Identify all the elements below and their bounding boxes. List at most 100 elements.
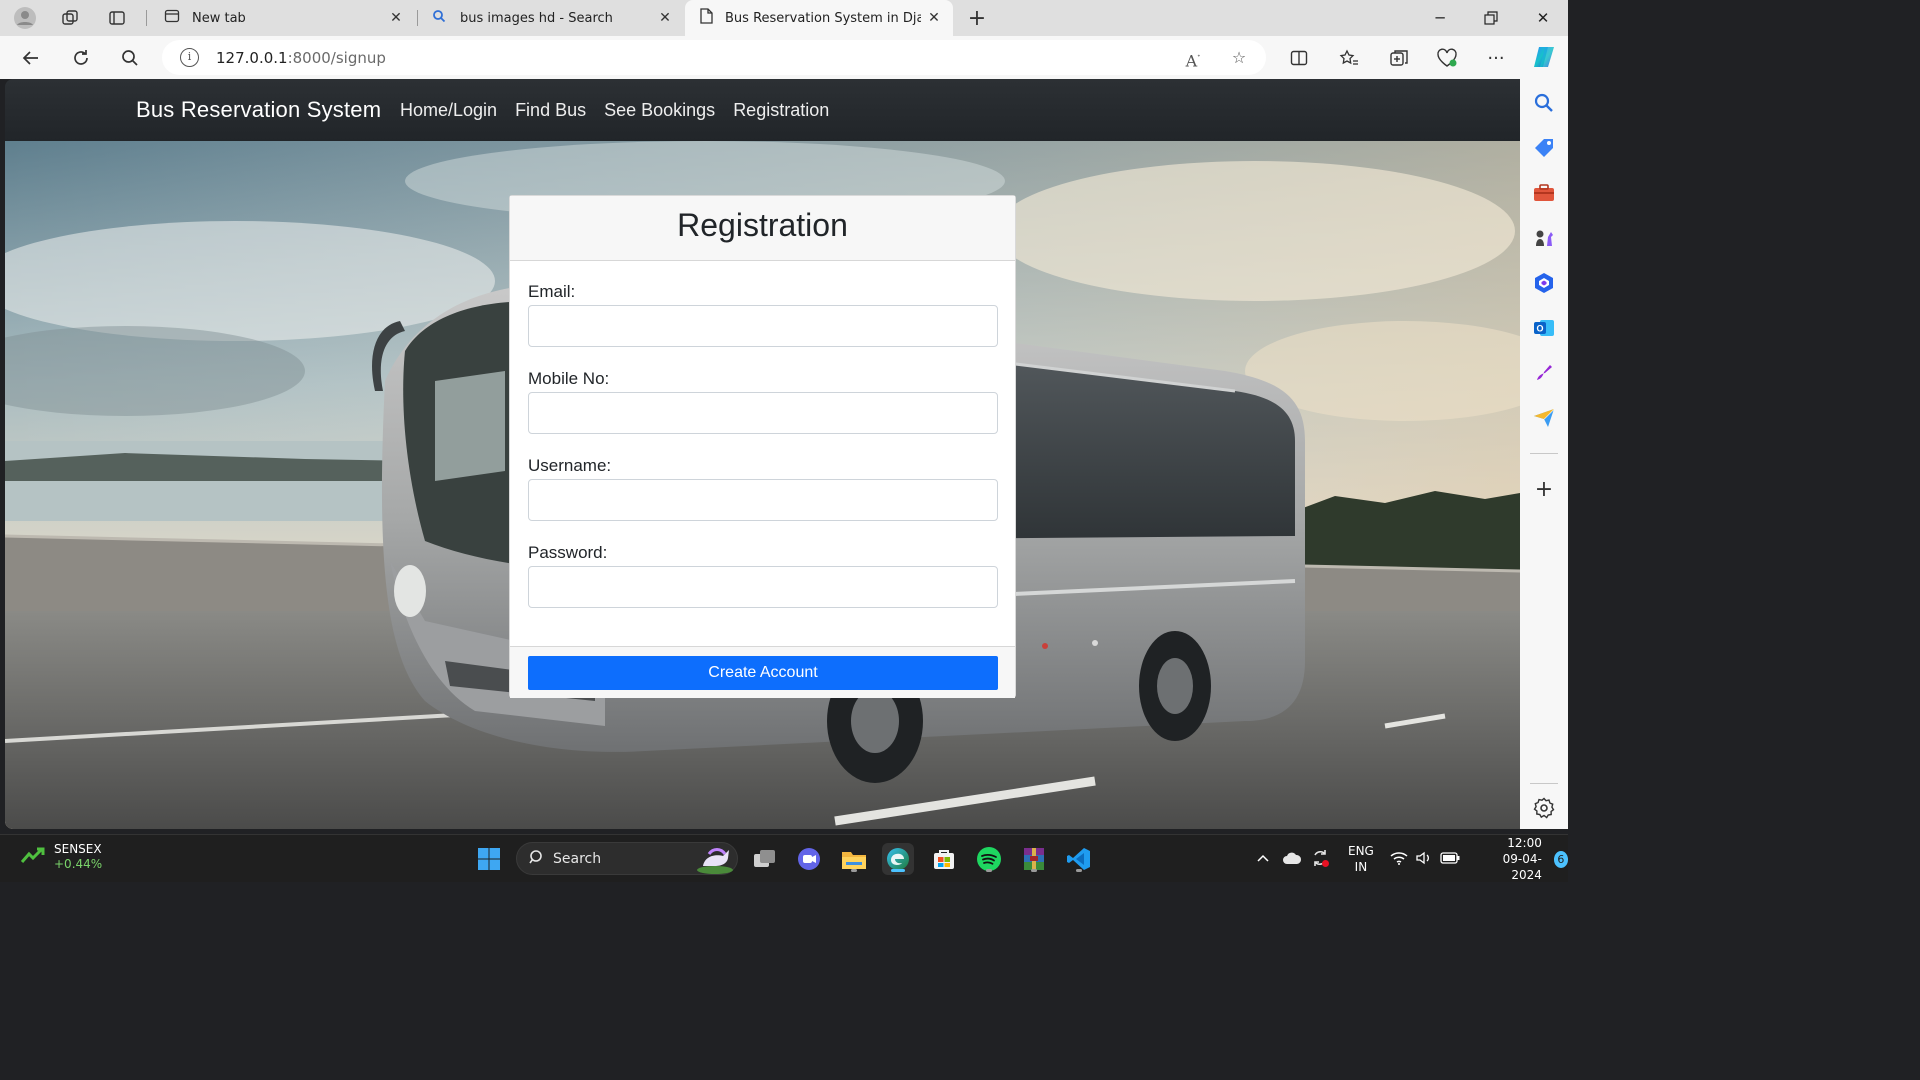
close-icon[interactable]: ✕ [925,9,943,27]
windows-taskbar: SENSEX +0.44% Search ENG IN 12:00 09-04-… [0,834,1568,882]
tab-new-tab[interactable]: New tab ✕ [150,0,415,36]
email-field[interactable] [528,305,998,347]
search-icon [529,849,545,869]
show-hidden-icons-chevron-icon[interactable] [1256,852,1270,866]
search-icon[interactable] [117,45,143,71]
email-label: Email: [528,282,576,301]
microsoft-365-icon[interactable] [1532,271,1556,295]
nav-registration[interactable]: Registration [733,100,829,121]
more-menu-icon[interactable]: ··· [1484,46,1508,70]
nav-home-login[interactable]: Home/Login [400,100,497,121]
page-icon [699,8,713,28]
copilot-icon[interactable] [1530,43,1558,71]
favorite-star-icon[interactable]: ☆ [1228,47,1250,69]
battery-icon[interactable] [1440,851,1460,867]
nav-find-bus[interactable]: Find Bus [515,100,586,121]
site-navbar: Bus Reservation System Home/Login Find B… [5,79,1520,141]
file-explorer-icon[interactable] [838,843,870,875]
edge-sidebar: O + [1520,79,1568,829]
sidebar-settings-icon[interactable] [1532,796,1556,820]
page-viewport: Bus Reservation System Home/Login Find B… [5,79,1520,829]
start-windows-icon[interactable] [473,843,505,875]
refresh-icon[interactable] [68,45,94,71]
read-aloud-icon[interactable]: Aᐩ [1182,47,1204,70]
designer-icon[interactable] [1532,361,1556,385]
username-field[interactable] [528,479,998,521]
system-tray: ENG IN 12:00 09-04-2024 6 [1256,835,1568,883]
card-header: Registration [510,196,1015,261]
sidebar-divider [1530,453,1558,454]
tab-title: bus images hd - Search [460,10,613,26]
address-bar[interactable]: i 127.0.0.1:8000/signup Aᐩ ☆ [162,40,1266,75]
create-account-button[interactable]: Create Account [528,656,998,690]
collections-icon[interactable] [1387,46,1411,70]
region-code: IN [1354,860,1368,874]
tab-title: Bus Reservation System in Djang [725,10,921,26]
microsoft-store-icon[interactable] [928,843,960,875]
add-sidebar-app-icon[interactable]: + [1532,478,1556,502]
running-indicator [1031,869,1037,872]
running-indicator [986,869,992,872]
language-code: ENG [1348,844,1374,858]
browser-essentials-icon[interactable] [1435,46,1459,70]
new-tab-icon [164,8,180,28]
browser-toolbar: i 127.0.0.1:8000/signup Aᐩ ☆ ··· [0,36,1568,79]
drop-send-icon[interactable] [1532,406,1556,430]
sidebar-search-icon[interactable] [1532,91,1556,115]
restore-button[interactable] [1466,0,1516,36]
running-indicator [891,869,905,872]
sync-status-icon[interactable] [1310,848,1330,871]
site-info-icon[interactable]: i [180,48,199,67]
password-label: Password: [528,543,608,562]
notification-badge[interactable]: 6 [1553,850,1568,868]
winrar-icon[interactable] [1018,843,1050,875]
back-icon[interactable] [18,45,44,71]
onedrive-cloud-icon[interactable] [1282,851,1302,868]
shopping-tag-icon[interactable] [1532,136,1556,160]
tab-bus-reservation[interactable]: Bus Reservation System in Djang ✕ [685,0,953,36]
split-screen-icon[interactable] [1287,46,1311,70]
market-widget[interactable]: SENSEX +0.44% [20,842,102,871]
close-icon[interactable]: ✕ [656,9,674,27]
taskbar-search[interactable]: Search [516,842,738,875]
close-icon[interactable]: ✕ [387,9,405,27]
outlook-icon[interactable]: O [1532,316,1556,340]
mobile-field[interactable] [528,392,998,434]
spotify-icon[interactable] [973,843,1005,875]
favorites-icon[interactable] [1337,46,1361,70]
stock-trend-icon [20,846,46,868]
minimize-button[interactable]: ─ [1415,0,1465,36]
tab-bus-images-search[interactable]: bus images hd - Search ✕ [418,0,684,36]
tools-briefcase-icon[interactable] [1532,181,1556,205]
mobile-label: Mobile No: [528,369,610,388]
new-tab-plus-icon[interactable]: + [965,6,989,31]
task-view-icon[interactable] [749,843,781,875]
clock-time: 12:00 [1507,836,1542,850]
language-indicator[interactable]: ENG IN [1348,843,1374,875]
market-change: +0.44% [54,857,103,871]
svg-text:O: O [1536,324,1543,334]
profile-icon[interactable] [13,6,37,30]
password-field[interactable] [528,566,998,608]
username-label: Username: [528,456,612,475]
nav-see-bookings[interactable]: See Bookings [604,100,715,121]
workspaces-icon[interactable] [58,6,82,30]
password-form-group: Password: [528,543,998,608]
wifi-icon[interactable] [1390,851,1408,868]
vscode-icon[interactable] [1063,843,1095,875]
tab-title: New tab [192,10,246,26]
clock[interactable]: 12:00 09-04-2024 [1484,835,1542,883]
tab-actions-icon[interactable] [105,6,129,30]
close-window-button[interactable]: ✕ [1518,0,1568,36]
teams-chat-icon[interactable] [793,843,825,875]
navbar-brand[interactable]: Bus Reservation System [136,97,381,123]
url-text[interactable]: 127.0.0.1:8000/signup [216,49,386,67]
url-path: :8000/signup [287,49,386,67]
edge-browser-icon[interactable] [882,843,914,875]
navbar-links: Home/Login Find Bus See Bookings Registr… [400,100,829,121]
sidebar-divider [1530,783,1558,784]
volume-icon[interactable] [1416,851,1432,868]
url-host: 127.0.0.1 [216,49,288,67]
mobile-form-group: Mobile No: [528,369,998,434]
games-chess-icon[interactable] [1532,226,1556,250]
